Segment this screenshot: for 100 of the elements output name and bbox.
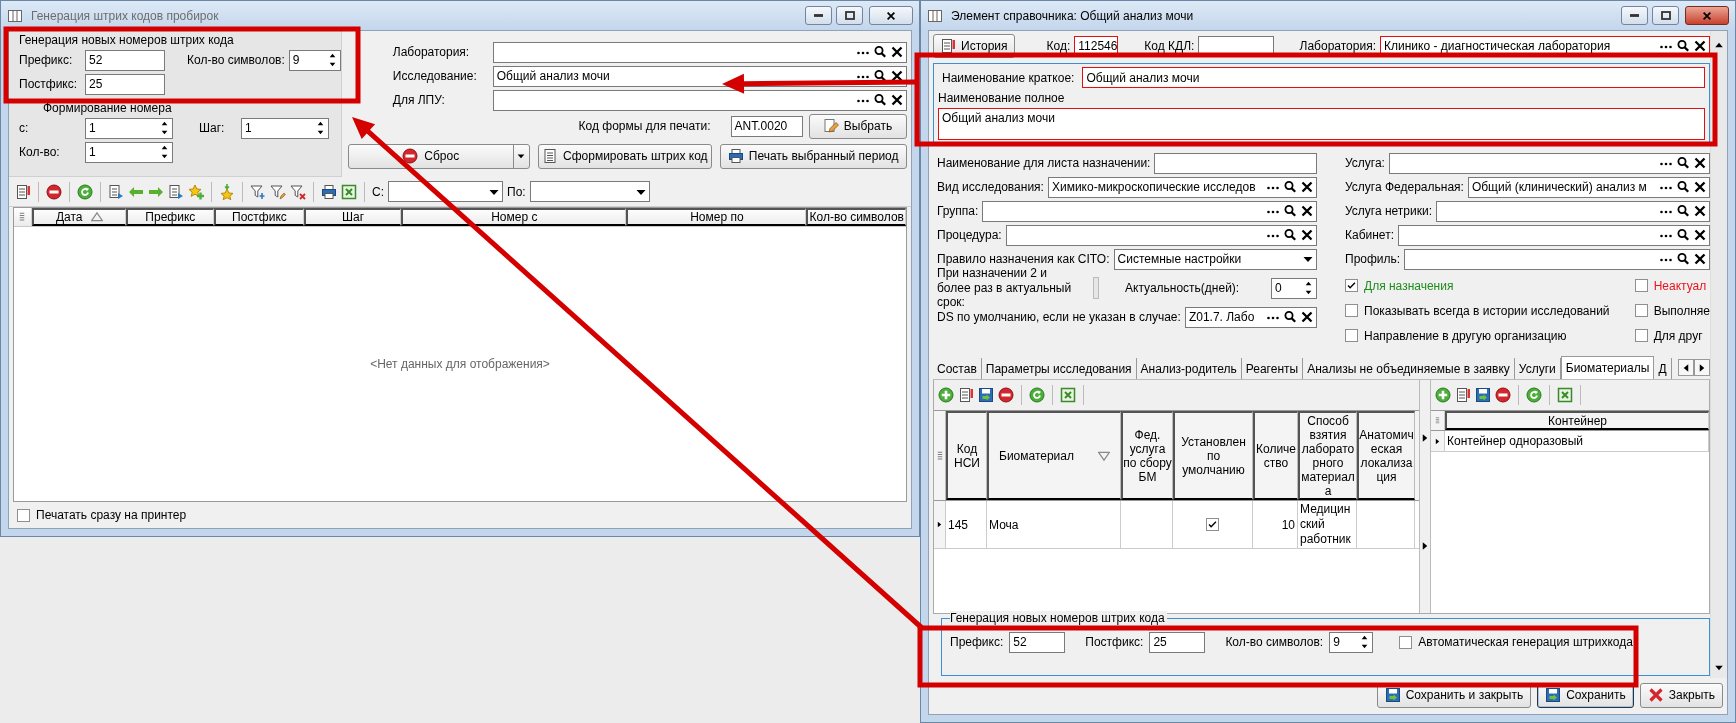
lookup-field[interactable]: Химико-микроскопические исследов bbox=[1047, 176, 1317, 198]
input-field[interactable]: 52 bbox=[1009, 631, 1066, 653]
close-icon[interactable] bbox=[1692, 179, 1708, 195]
checkbox[interactable] bbox=[1634, 304, 1648, 317]
refresh-icon[interactable] bbox=[77, 183, 93, 200]
delete-icon[interactable] bbox=[46, 183, 62, 200]
cancel-icon[interactable] bbox=[341, 183, 357, 200]
spin-field[interactable]: 9 bbox=[1329, 631, 1374, 653]
maximize-button[interactable] bbox=[1652, 6, 1679, 25]
search-icon[interactable] bbox=[1675, 179, 1691, 195]
column-header[interactable]: Биоматериал bbox=[987, 411, 1121, 500]
list-icon[interactable] bbox=[108, 183, 124, 200]
star-icon[interactable] bbox=[219, 183, 235, 200]
close-icon[interactable] bbox=[1692, 251, 1708, 267]
lookup-field[interactable] bbox=[492, 41, 907, 63]
generate-button[interactable]: Сформировать штрих код bbox=[537, 143, 712, 169]
tab[interactable]: Состав bbox=[933, 358, 982, 379]
arrow-down-icon[interactable] bbox=[159, 152, 170, 161]
refresh-icon[interactable] bbox=[1526, 387, 1542, 403]
spin-field[interactable]: 1 bbox=[85, 141, 173, 163]
tab[interactable]: Параметры исследования bbox=[981, 358, 1137, 379]
minimize-button[interactable] bbox=[1621, 6, 1648, 25]
save-icon[interactable] bbox=[978, 387, 994, 403]
reset-button[interactable]: Сброс bbox=[347, 143, 530, 169]
column-header[interactable]: Номер по bbox=[626, 208, 807, 226]
input-field[interactable]: 52 bbox=[85, 49, 165, 71]
tab[interactable]: Анализ-родитель bbox=[1136, 358, 1242, 379]
toggle-bar[interactable] bbox=[1093, 277, 1099, 299]
search-icon[interactable] bbox=[1282, 203, 1298, 219]
select-button[interactable]: Выбрать bbox=[808, 113, 907, 139]
tab[interactable]: Реагенты bbox=[1241, 358, 1304, 379]
column-header[interactable]: Количество bbox=[1253, 411, 1298, 500]
add-icon[interactable] bbox=[1435, 387, 1451, 403]
arrow-up-icon[interactable] bbox=[159, 143, 170, 152]
arrow-up-icon[interactable] bbox=[315, 119, 326, 128]
search-icon[interactable] bbox=[1282, 179, 1298, 195]
edit-icon[interactable] bbox=[15, 183, 31, 200]
filter-edit-icon[interactable] bbox=[270, 183, 286, 200]
close-icon[interactable] bbox=[1299, 227, 1315, 243]
spin-field[interactable]: 1 bbox=[241, 117, 329, 139]
input-field[interactable]: Общий анализ мочи bbox=[1082, 67, 1705, 88]
input-field[interactable]: ANT.0020 bbox=[730, 115, 803, 137]
lookup-field[interactable]: Z01.7. Лабо bbox=[1184, 306, 1317, 328]
text-area[interactable]: Общий анализ мочи bbox=[938, 108, 1705, 140]
close-icon[interactable] bbox=[1692, 38, 1708, 54]
column-header[interactable]: Установлен по умолчанию bbox=[1173, 411, 1253, 500]
column-header[interactable]: Контейнер bbox=[1445, 411, 1709, 430]
search-icon[interactable] bbox=[1675, 38, 1691, 54]
search-icon[interactable] bbox=[1675, 227, 1691, 243]
column-header[interactable]: Постфикс bbox=[214, 208, 304, 226]
dropdown[interactable] bbox=[529, 181, 650, 202]
checkbox[interactable] bbox=[1206, 518, 1219, 531]
arrow-down-icon[interactable] bbox=[159, 128, 170, 137]
close-icon[interactable] bbox=[1692, 203, 1708, 219]
minimize-button[interactable] bbox=[805, 6, 832, 25]
printer-icon[interactable] bbox=[321, 183, 337, 200]
close-button[interactable]: Закрыть bbox=[1639, 682, 1723, 708]
dropdown[interactable]: Системные настройки bbox=[1113, 248, 1317, 270]
lookup-field[interactable] bbox=[1436, 200, 1710, 222]
close-icon[interactable] bbox=[1299, 309, 1315, 325]
search-icon[interactable] bbox=[871, 44, 888, 60]
cancel-icon[interactable] bbox=[1060, 387, 1076, 403]
refresh-icon[interactable] bbox=[1029, 387, 1045, 403]
edit-icon[interactable] bbox=[1455, 387, 1471, 403]
maximize-button[interactable] bbox=[836, 6, 863, 25]
edit-icon[interactable] bbox=[958, 387, 974, 403]
checkbox[interactable] bbox=[1345, 304, 1358, 317]
list-icon[interactable] bbox=[168, 183, 184, 200]
spin-field[interactable]: 1 bbox=[85, 117, 173, 139]
spin-field[interactable]: 9 bbox=[288, 49, 341, 71]
lookup-field[interactable]: Общий (клинический) анализ м bbox=[1467, 176, 1710, 198]
column-header[interactable]: Способ взятия лабораторного материала bbox=[1298, 411, 1357, 500]
filter-clear-icon[interactable] bbox=[290, 183, 306, 200]
delete-icon[interactable] bbox=[998, 387, 1014, 403]
dropdown[interactable] bbox=[388, 181, 503, 202]
checkbox[interactable] bbox=[1634, 279, 1648, 292]
tab[interactable]: Д bbox=[1654, 358, 1672, 379]
filter-icon[interactable] bbox=[250, 183, 266, 200]
arrow-up-icon[interactable] bbox=[1303, 279, 1314, 288]
close-button[interactable] bbox=[869, 6, 913, 25]
search-icon[interactable] bbox=[1282, 227, 1298, 243]
spin-field[interactable]: 0 bbox=[1271, 277, 1317, 299]
lookup-field[interactable] bbox=[1388, 152, 1710, 174]
tab[interactable]: Биоматериалы bbox=[1560, 356, 1655, 379]
search-icon[interactable] bbox=[1675, 203, 1691, 219]
tab[interactable]: Анализы не объединяемые в заявку bbox=[1303, 358, 1515, 379]
tab[interactable]: Услуги bbox=[1514, 358, 1561, 379]
arrow-down-icon[interactable] bbox=[315, 128, 326, 137]
star-add-icon[interactable] bbox=[188, 183, 204, 200]
close-button[interactable] bbox=[1685, 6, 1729, 25]
column-header[interactable]: Код НСИ bbox=[946, 411, 987, 500]
cancel-icon[interactable] bbox=[1557, 387, 1573, 403]
scrollbar[interactable] bbox=[1710, 31, 1727, 678]
arrow-down-icon[interactable] bbox=[1303, 288, 1314, 297]
search-icon[interactable] bbox=[1675, 251, 1691, 267]
column-header[interactable]: Фед. услуга по сбору БМ bbox=[1121, 411, 1173, 500]
delete-icon[interactable] bbox=[1495, 387, 1511, 403]
checkbox[interactable] bbox=[1634, 329, 1648, 342]
add-icon[interactable] bbox=[938, 387, 954, 403]
search-icon[interactable] bbox=[871, 92, 888, 108]
